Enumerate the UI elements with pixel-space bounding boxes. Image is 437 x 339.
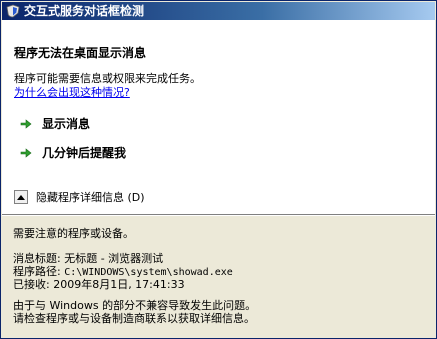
green-arrow-icon [20,147,32,159]
main-panel: 程序无法在桌面显示消息 程序可能需要信息或权限来完成任务。 为什么会出现这种情况… [2,20,435,214]
dialog-window: 交互式服务对话框检测 程序无法在桌面显示消息 程序可能需要信息或权限来完成任务。… [0,0,437,339]
received-value: 2009年8月1日, 17:41:33 [53,278,185,291]
show-message-button[interactable]: 显示消息 [20,115,90,132]
received-row: 已接收: 2009年8月1日, 17:41:33 [13,276,185,292]
page-title: 程序无法在桌面显示消息 [14,46,147,60]
received-label: 已接收: [13,278,54,291]
hide-details-toggle[interactable]: 隐藏程序详细信息 (D) [14,189,145,205]
help-link[interactable]: 为什么会出现这种情况? [14,84,130,100]
window-title: 交互式服务对话框检测 [24,4,145,18]
details-notice: 需要注意的程序或设备。 [13,227,134,240]
footer-line-2: 请检查程序或与设备制造商联系以获取详细信息。 [13,312,255,325]
remind-later-label: 几分钟后提醒我 [42,146,127,160]
chevron-up-icon[interactable] [14,190,28,204]
show-message-label: 显示消息 [42,117,91,131]
details-panel: 需要注意的程序或设备。 消息标题: 无标题 - 浏览器测试 程序路径: C:\W… [2,216,435,337]
warning-shield-icon [6,4,20,18]
green-arrow-icon [20,118,32,130]
hide-details-label: 隐藏程序详细信息 (D) [36,191,145,204]
title-bar[interactable]: 交互式服务对话框检测 [2,2,435,20]
remind-later-button[interactable]: 几分钟后提醒我 [20,144,126,161]
